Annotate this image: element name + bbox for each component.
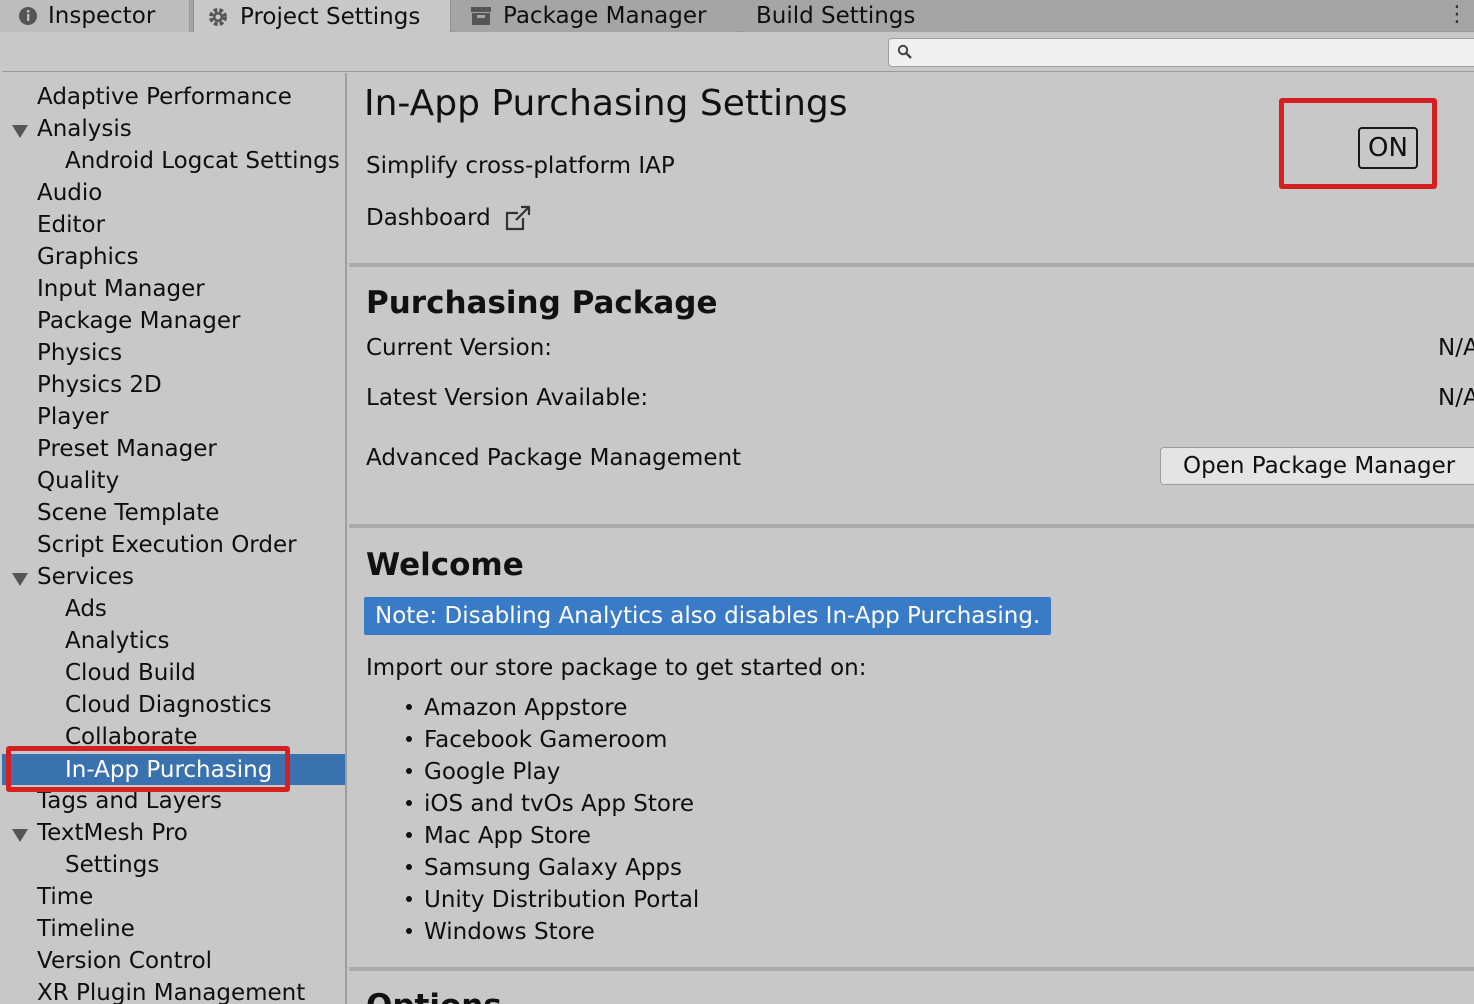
sidebar-item-graphics[interactable]: Graphics	[2, 241, 345, 273]
page-subtitle: Simplify cross-platform IAP	[366, 153, 675, 179]
list-item: Google Play	[406, 759, 560, 785]
section-divider	[349, 524, 1474, 528]
sidebar-item-audio[interactable]: Audio	[2, 177, 345, 209]
tab-build-settings[interactable]: Build Settings	[742, 0, 962, 32]
current-version-value: N/A	[1438, 335, 1474, 361]
highlight-box-selected-item	[6, 746, 290, 792]
list-item: Windows Store	[406, 919, 595, 945]
sidebar-item-script-execution-order[interactable]: Script Execution Order	[2, 529, 345, 561]
expand-triangle-icon[interactable]	[12, 573, 28, 586]
analytics-note-banner: Note: Disabling Analytics also disables …	[364, 597, 1052, 635]
sidebar-item-physics-2d[interactable]: Physics 2D	[2, 369, 345, 401]
sidebar-item-services[interactable]: Services	[2, 561, 345, 593]
open-package-manager-button[interactable]: Open Package Manager	[1160, 447, 1474, 485]
sidebar-item-adaptive-performance[interactable]: Adaptive Performance	[2, 81, 345, 113]
info-icon	[18, 6, 38, 26]
tab-project-settings[interactable]: Project Settings	[193, 0, 451, 33]
tab-package-manager[interactable]: Package Manager	[455, 0, 735, 32]
list-item: Amazon Appstore	[406, 695, 627, 721]
package-icon	[469, 5, 493, 27]
tab-label: Inspector	[48, 3, 156, 29]
tab-label: Build Settings	[756, 3, 916, 29]
list-item: Facebook Gameroom	[406, 727, 667, 753]
tab-label: Project Settings	[240, 3, 421, 30]
section-divider	[349, 967, 1474, 971]
external-link-icon	[503, 203, 533, 233]
sidebar-item-quality[interactable]: Quality	[2, 465, 345, 497]
list-item: Samsung Galaxy Apps	[406, 855, 682, 881]
purchasing-package-title: Purchasing Package	[366, 285, 718, 321]
sidebar-item-time[interactable]: Time	[2, 881, 345, 913]
welcome-title: Welcome	[366, 547, 524, 583]
sidebar-item-textmesh-pro[interactable]: TextMesh Pro	[2, 817, 345, 849]
current-version-label: Current Version:	[366, 335, 553, 361]
highlight-box-toggle	[1279, 98, 1437, 189]
tab-label: Package Manager	[503, 3, 707, 29]
page-title: In-App Purchasing Settings	[364, 83, 848, 124]
sidebar-item-scene-template[interactable]: Scene Template	[2, 497, 345, 529]
store-intro-text: Import our store package to get started …	[366, 655, 867, 681]
tab-inspector[interactable]: Inspector	[0, 0, 190, 32]
sidebar-item-android-logcat-settings[interactable]: Android Logcat Settings	[2, 145, 345, 177]
sidebar-item-player[interactable]: Player	[2, 401, 345, 433]
sidebar-item-physics[interactable]: Physics	[2, 337, 345, 369]
sidebar-item-analysis[interactable]: Analysis	[2, 113, 345, 145]
sidebar-item-analytics[interactable]: Analytics	[2, 625, 345, 657]
sidebar-item-preset-manager[interactable]: Preset Manager	[2, 433, 345, 465]
sidebar-item-timeline[interactable]: Timeline	[2, 913, 345, 945]
sidebar-item-version-control[interactable]: Version Control	[2, 945, 345, 977]
tab-bar: Inspector Project Settings Package Manag…	[0, 0, 1474, 33]
advanced-package-management-label: Advanced Package Management	[366, 445, 742, 471]
dashboard-label: Dashboard	[366, 205, 491, 231]
sidebar-item-cloud-build[interactable]: Cloud Build	[2, 657, 345, 689]
search-icon	[897, 44, 913, 64]
sidebar-item-ads[interactable]: Ads	[2, 593, 345, 625]
expand-triangle-icon[interactable]	[12, 125, 28, 138]
settings-main-panel: In-App Purchasing Settings Simplify cros…	[349, 73, 1474, 1004]
sidebar-item-package-manager[interactable]: Package Manager	[2, 305, 345, 337]
settings-sidebar: Adaptive Performance Analysis Android Lo…	[2, 73, 347, 1004]
search-row	[2, 32, 1474, 72]
section-divider	[349, 263, 1474, 267]
sidebar-item-xr-plugin-management[interactable]: XR Plugin Management	[2, 977, 345, 1004]
list-item: Mac App Store	[406, 823, 591, 849]
gear-icon	[206, 5, 230, 29]
more-options-icon[interactable]: ⋮	[1446, 2, 1468, 27]
dashboard-link[interactable]: Dashboard	[366, 203, 533, 233]
options-title: Options	[366, 988, 502, 1004]
list-item: Unity Distribution Portal	[406, 887, 699, 913]
sidebar-item-cloud-diagnostics[interactable]: Cloud Diagnostics	[2, 689, 345, 721]
search-input[interactable]	[888, 38, 1474, 67]
sidebar-item-editor[interactable]: Editor	[2, 209, 345, 241]
expand-triangle-icon[interactable]	[12, 829, 28, 842]
latest-version-value: N/A	[1438, 385, 1474, 411]
latest-version-label: Latest Version Available:	[366, 385, 649, 411]
sidebar-item-settings[interactable]: Settings	[2, 849, 345, 881]
sidebar-item-input-manager[interactable]: Input Manager	[2, 273, 345, 305]
list-item: iOS and tvOs App Store	[406, 791, 694, 817]
